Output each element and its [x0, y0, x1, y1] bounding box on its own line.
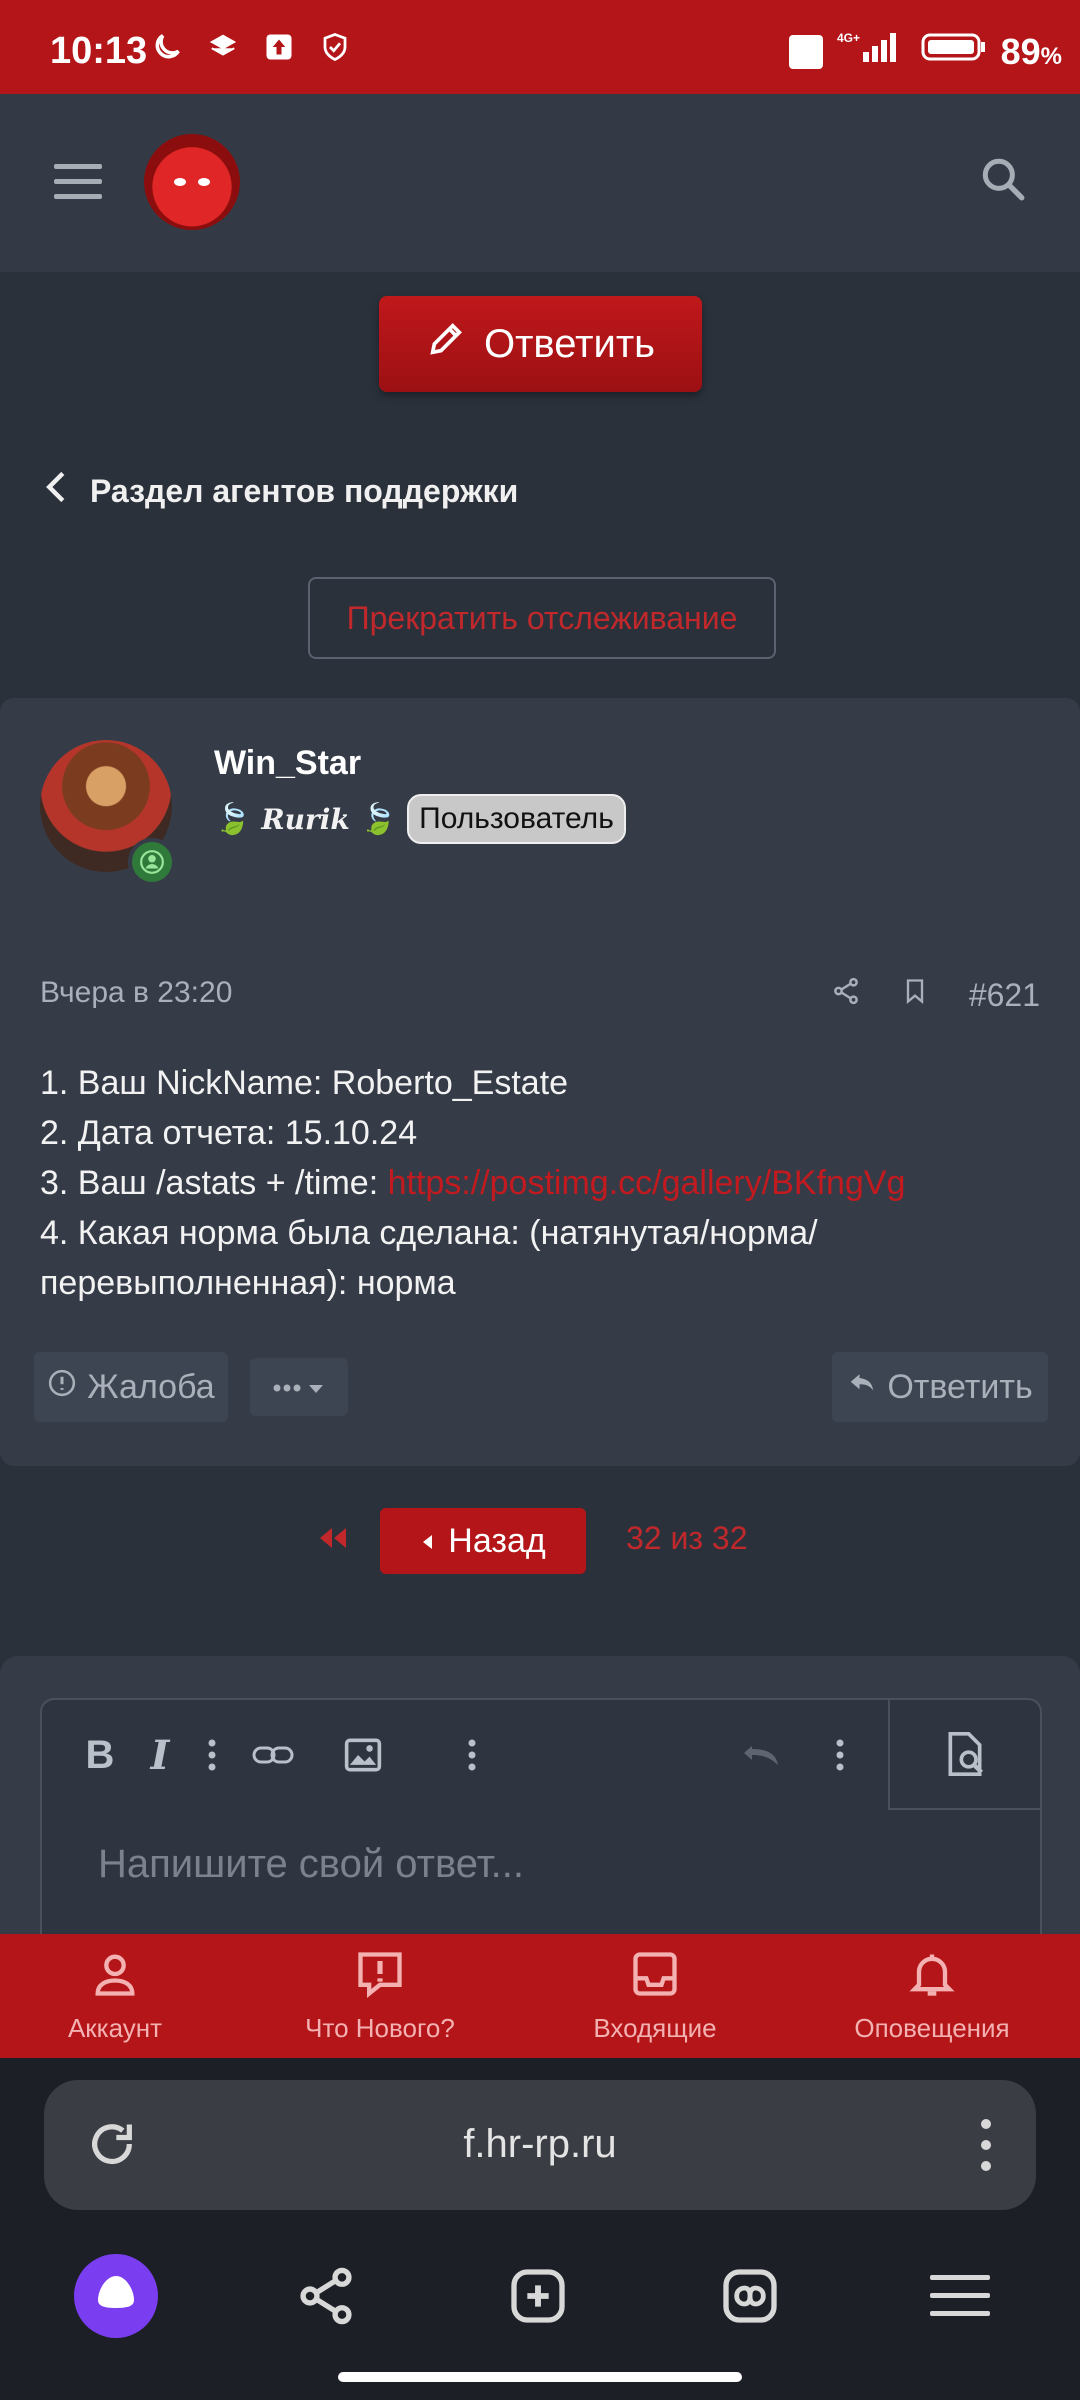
more-vertical-icon[interactable]: [452, 1700, 492, 1810]
preview-icon[interactable]: [888, 1700, 1040, 1810]
share-icon[interactable]: [276, 2246, 376, 2346]
volte-icon: [788, 34, 823, 69]
user-title: Rurik: [261, 802, 350, 836]
chevron-left-icon: [44, 470, 68, 512]
reply-editor: B I Напишите свой ответ...: [40, 1698, 1042, 1952]
leaf-icon: 🍃: [214, 802, 252, 836]
alice-assistant-icon[interactable]: [66, 2246, 166, 2346]
pencil-icon: [426, 319, 466, 369]
bold-icon[interactable]: B: [70, 1700, 130, 1810]
post-line: 4. Какая норма была сделана: (натянутая/…: [40, 1214, 818, 1252]
post-reply-label: Ответить: [887, 1367, 1033, 1406]
back-page-button[interactable]: Назад: [380, 1508, 586, 1574]
nav-alerts[interactable]: Оповещения: [797, 1934, 1067, 2058]
post-time[interactable]: Вчера в 23:20: [40, 976, 232, 1010]
nav-account[interactable]: Аккаунт: [0, 1934, 250, 2058]
share-icon[interactable]: [831, 976, 861, 1014]
more-vertical-icon[interactable]: [820, 1700, 860, 1810]
inbox-icon: [629, 1948, 681, 2007]
post-line: 1. Ваш NickName: Roberto_Estate: [40, 1064, 569, 1102]
new-tab-icon[interactable]: [488, 2246, 588, 2346]
reply-editor-panel: B I Напишите свой ответ...: [0, 1656, 1080, 1952]
alert-circle-icon: [47, 1368, 77, 1407]
post-reply-button[interactable]: Ответить: [832, 1352, 1048, 1422]
image-icon[interactable]: [328, 1700, 398, 1810]
signal-icon: 4G+: [837, 30, 907, 73]
link-icon[interactable]: [238, 1700, 308, 1810]
post-line-text: 3. Ваш /astats + /time:: [40, 1164, 388, 1202]
unwatch-button[interactable]: Прекратить отслеживание: [308, 577, 776, 659]
post-line: перевыполненная): норма: [40, 1264, 456, 1302]
nav-whats-new-label: Что Нового?: [305, 2013, 455, 2043]
post-meta: #621: [831, 976, 1040, 1014]
status-icons-right: 4G+ 89%: [788, 30, 1062, 73]
page-info[interactable]: 32 из 32: [626, 1520, 748, 1557]
back-page-label: Назад: [448, 1521, 546, 1560]
search-icon[interactable]: [978, 154, 1028, 204]
reply-button-label: Ответить: [484, 321, 655, 366]
site-header: [0, 94, 1080, 272]
more-vertical-icon[interactable]: [980, 2118, 992, 2177]
moon-icon: [150, 30, 184, 64]
shield-icon: [318, 30, 352, 64]
battery-icon: [921, 30, 987, 73]
browser-bar: f.hr-rp.ru: [0, 2058, 1080, 2400]
post: Win_Star 🍃 Rurik 🍃 Пользователь Вчера в …: [0, 698, 1080, 1466]
reply-input[interactable]: Напишите свой ответ...: [98, 1842, 524, 1887]
post-line: 3. Ваш /astats + /time: https://postimg.…: [40, 1158, 1040, 1208]
battery-unit: %: [1040, 42, 1062, 70]
browser-menu-icon[interactable]: [910, 2246, 1010, 2346]
bear-logo[interactable]: [144, 134, 240, 230]
reply-button[interactable]: Ответить: [379, 296, 702, 392]
gallery-link[interactable]: https://postimg.cc/gallery/BKfngVg: [388, 1164, 906, 1202]
url-bar[interactable]: f.hr-rp.ru: [44, 2080, 1036, 2210]
leaf-icon: 🍃: [359, 802, 398, 836]
more-dots-icon: [271, 1368, 327, 1407]
caret-left-icon: [420, 1522, 434, 1561]
italic-icon[interactable]: I: [130, 1700, 190, 1810]
report-button[interactable]: Жалоба: [34, 1352, 228, 1422]
bookmark-icon[interactable]: [901, 976, 929, 1014]
alert-bubble-icon: [354, 1948, 406, 2007]
tabs-icon[interactable]: [700, 2246, 800, 2346]
breadcrumb-label: Раздел агентов поддержки: [90, 472, 519, 509]
online-status-icon: [128, 838, 176, 886]
forum-bottom-nav: Аккаунт Что Нового? Входящие Оповещения: [0, 1934, 1080, 2058]
status-icons-left: [150, 30, 352, 64]
first-page-icon[interactable]: [312, 1520, 352, 1562]
breadcrumb[interactable]: Раздел агентов поддержки: [44, 470, 518, 512]
more-actions-button[interactable]: [250, 1358, 348, 1416]
post-line: 2. Дата отчета: 15.10.24: [40, 1114, 418, 1152]
post-body: 1. Ваш NickName: Roberto_Estate 2. Дата …: [40, 1058, 1040, 1308]
status-time: 10:13: [50, 30, 148, 72]
user-icon: [89, 1948, 141, 2007]
report-label: Жалоба: [87, 1367, 215, 1406]
user-title-row: 🍃 Rurik 🍃 Пользователь: [214, 794, 626, 844]
url-text[interactable]: f.hr-rp.ru: [44, 2122, 1036, 2167]
user-badge: Пользователь: [407, 794, 626, 844]
nav-whats-new[interactable]: Что Нового?: [245, 1934, 515, 2058]
svg-text:4G+: 4G+: [837, 31, 860, 45]
post-number[interactable]: #621: [969, 977, 1040, 1014]
more-vertical-icon[interactable]: [192, 1700, 232, 1810]
reply-arrow-icon: [847, 1368, 877, 1407]
bell-icon: [906, 1948, 958, 2007]
home-indicator[interactable]: [338, 2372, 742, 2382]
battery-percent: 89: [1000, 30, 1041, 72]
nav-account-label: Аккаунт: [67, 2013, 163, 2043]
status-bar: 10:13 4G+ 89%: [0, 0, 1080, 94]
undo-icon[interactable]: [732, 1700, 792, 1810]
post-author[interactable]: Win_Star: [214, 744, 361, 783]
hamburger-icon[interactable]: [54, 164, 102, 200]
nav-inbox-label: Входящие: [593, 2013, 717, 2043]
nav-inbox[interactable]: Входящие: [520, 1934, 790, 2058]
nav-alerts-label: Оповещения: [854, 2013, 1010, 2043]
layers-icon: [206, 30, 240, 64]
upload-icon: [262, 30, 296, 64]
